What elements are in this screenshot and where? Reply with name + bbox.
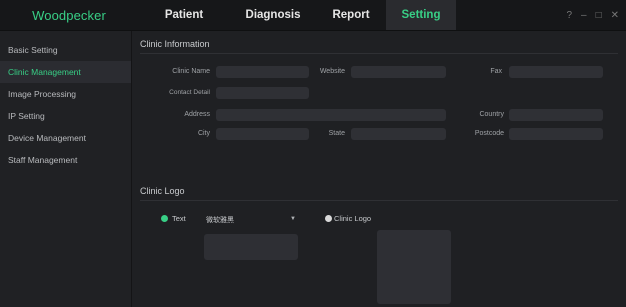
- city-label: City: [197, 130, 210, 137]
- clinic-information-title: Clinic Information: [140, 39, 210, 49]
- state-label: State: [328, 130, 345, 137]
- tab-setting[interactable]: Setting: [386, 0, 456, 30]
- address-label: Address: [184, 111, 210, 118]
- country-input[interactable]: [509, 109, 603, 121]
- logo-section-divider: [140, 200, 618, 201]
- clinic-logo-radio-label: Clinic Logo: [334, 214, 372, 223]
- logo-image-box[interactable]: [377, 230, 451, 304]
- text-preview-box[interactable]: [204, 234, 298, 260]
- country-label: Country: [479, 111, 504, 118]
- sidebar-item-ip-setting[interactable]: IP Setting: [0, 105, 131, 127]
- address-input[interactable]: [216, 109, 446, 121]
- maximize-icon[interactable]: □: [596, 10, 602, 21]
- sidebar-item-clinic-management[interactable]: Clinic Management: [0, 61, 131, 83]
- chevron-down-icon[interactable]: ▼: [290, 216, 296, 222]
- tab-patient[interactable]: Patient: [138, 0, 230, 30]
- fax-label: Fax: [490, 68, 502, 75]
- tab-diagnosis[interactable]: Diagnosis: [230, 0, 316, 30]
- app-logo: Woodpecker: [32, 7, 106, 23]
- tab-report[interactable]: Report: [316, 0, 386, 30]
- city-input[interactable]: [216, 128, 309, 140]
- postcode-label: Postcode: [474, 130, 504, 137]
- clinic-name-label: Clinic Name: [172, 68, 210, 75]
- website-label: Website: [319, 68, 345, 75]
- font-select-value[interactable]: 微软雅黑: [206, 215, 234, 225]
- postcode-input[interactable]: [509, 128, 603, 140]
- text-radio[interactable]: [161, 215, 168, 222]
- fax-input[interactable]: [509, 66, 603, 78]
- app-window: Woodpecker Patient Diagnosis Report Sett…: [0, 0, 626, 307]
- clinic-logo-radio[interactable]: [325, 215, 332, 222]
- state-input[interactable]: [351, 128, 446, 140]
- help-icon[interactable]: ?: [566, 10, 572, 21]
- minimize-icon[interactable]: –: [581, 10, 587, 21]
- website-input[interactable]: [351, 66, 446, 78]
- top-bar: Woodpecker Patient Diagnosis Report Sett…: [0, 0, 626, 31]
- contact-detail-input[interactable]: [216, 87, 309, 99]
- text-radio-label: Text: [172, 214, 186, 223]
- contact-detail-label: Contact Detail: [169, 89, 210, 96]
- sidebar-item-image-processing[interactable]: Image Processing: [0, 83, 131, 105]
- close-icon[interactable]: ✕: [611, 10, 619, 21]
- section-divider: [140, 53, 618, 54]
- sidebar-item-device-management[interactable]: Device Management: [0, 127, 131, 149]
- clinic-name-input[interactable]: [216, 66, 309, 78]
- sidebar-item-staff-management[interactable]: Staff Management: [0, 149, 131, 171]
- sidebar: Basic Setting Clinic Management Image Pr…: [0, 31, 132, 307]
- main-panel: Clinic Information Clinic Name Website F…: [132, 31, 626, 307]
- window-controls: ? – □ ✕: [566, 0, 619, 30]
- clinic-logo-title: Clinic Logo: [140, 186, 185, 196]
- sidebar-item-basic-setting[interactable]: Basic Setting: [0, 39, 131, 61]
